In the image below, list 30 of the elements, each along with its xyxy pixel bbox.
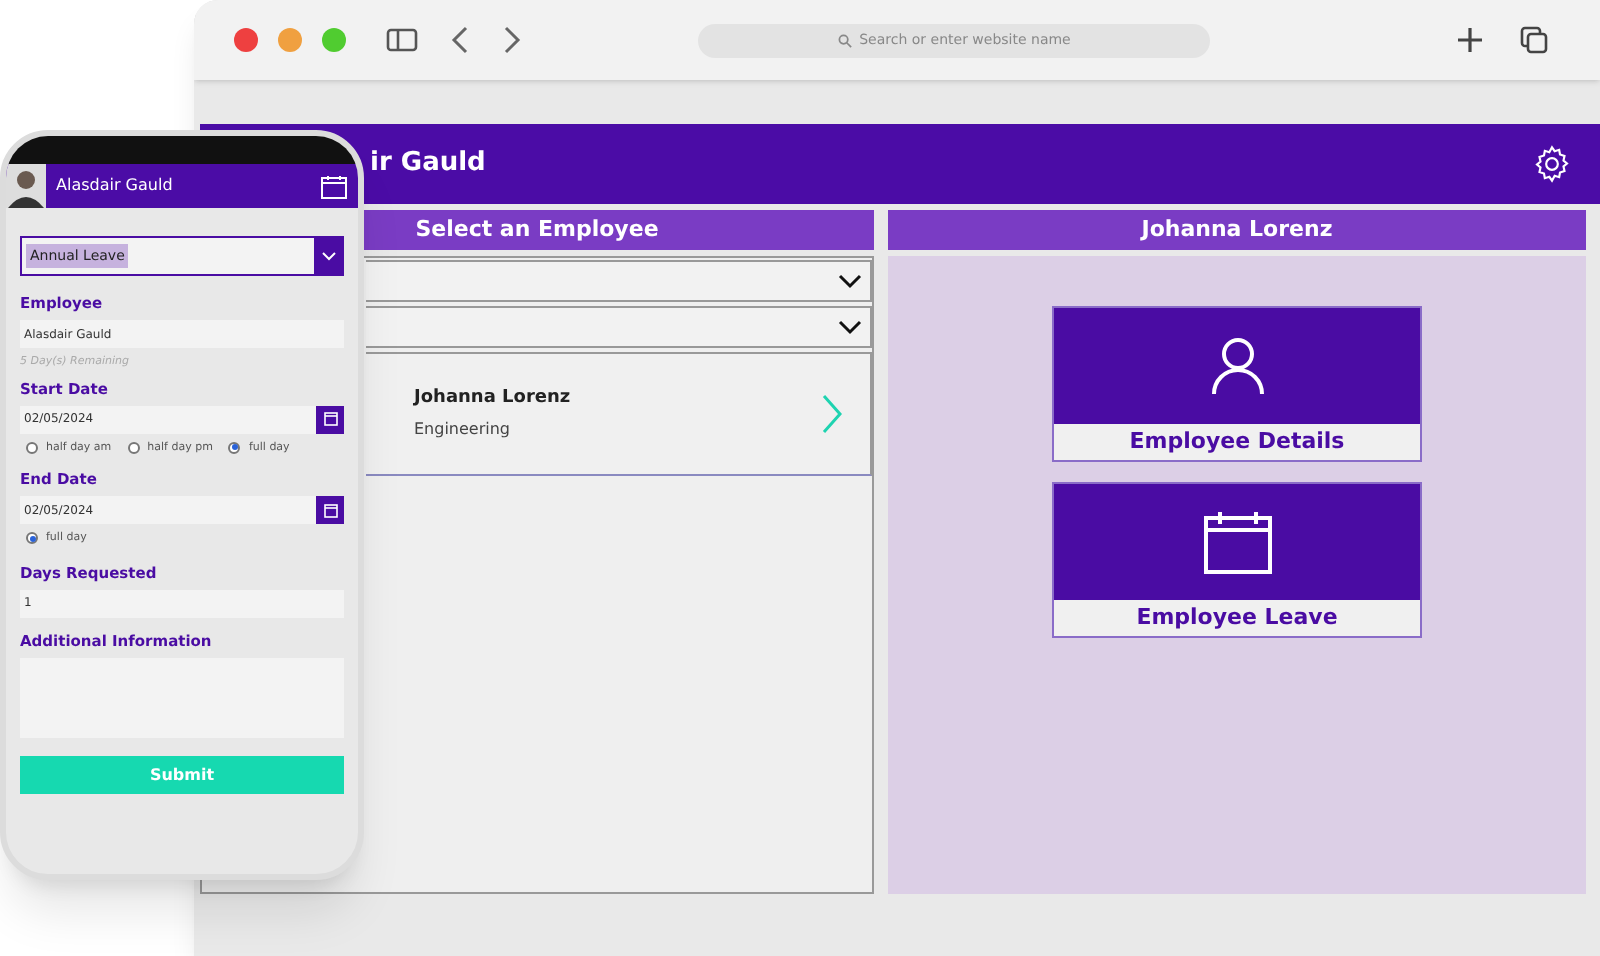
- settings-icon[interactable]: [1532, 144, 1572, 184]
- calendar-icon: [323, 412, 337, 427]
- user-name: Alasdair Gauld: [56, 174, 173, 198]
- employee-name: Johanna Lorenz: [414, 385, 571, 412]
- panel-title: Johanna Lorenz: [888, 210, 1586, 250]
- chevron-down-icon: [838, 273, 862, 289]
- avatar: [6, 164, 46, 208]
- close-icon[interactable]: [234, 28, 258, 52]
- chevron-down-icon: [838, 319, 862, 335]
- employee-list-item[interactable]: Johanna Lorenz Engineering: [366, 352, 872, 476]
- calendar-icon[interactable]: [320, 173, 348, 199]
- calendar-icon: [323, 503, 337, 518]
- new-tab-icon[interactable]: [1456, 26, 1484, 54]
- date-picker-button[interactable]: [316, 496, 344, 525]
- forward-icon[interactable]: [502, 26, 522, 54]
- back-icon[interactable]: [450, 26, 470, 54]
- chevron-right-icon: [822, 394, 842, 434]
- chevron-down-icon: [321, 251, 335, 261]
- tabs-overview-icon[interactable]: [1520, 26, 1548, 54]
- filter-dropdown[interactable]: [366, 260, 872, 302]
- employee-department: Engineering: [414, 418, 512, 443]
- search-icon: [837, 33, 852, 47]
- navigation-tile[interactable]: Employee Details: [1052, 306, 1422, 462]
- date-picker-button[interactable]: [316, 405, 344, 434]
- person-icon: [1211, 336, 1263, 396]
- filter-dropdown[interactable]: [366, 306, 872, 348]
- calendar-icon: [1203, 510, 1271, 574]
- sidebar-icon[interactable]: [386, 28, 418, 52]
- header-title: ir Gauld: [370, 146, 486, 183]
- navigation-tile[interactable]: Employee Leave: [1052, 482, 1422, 638]
